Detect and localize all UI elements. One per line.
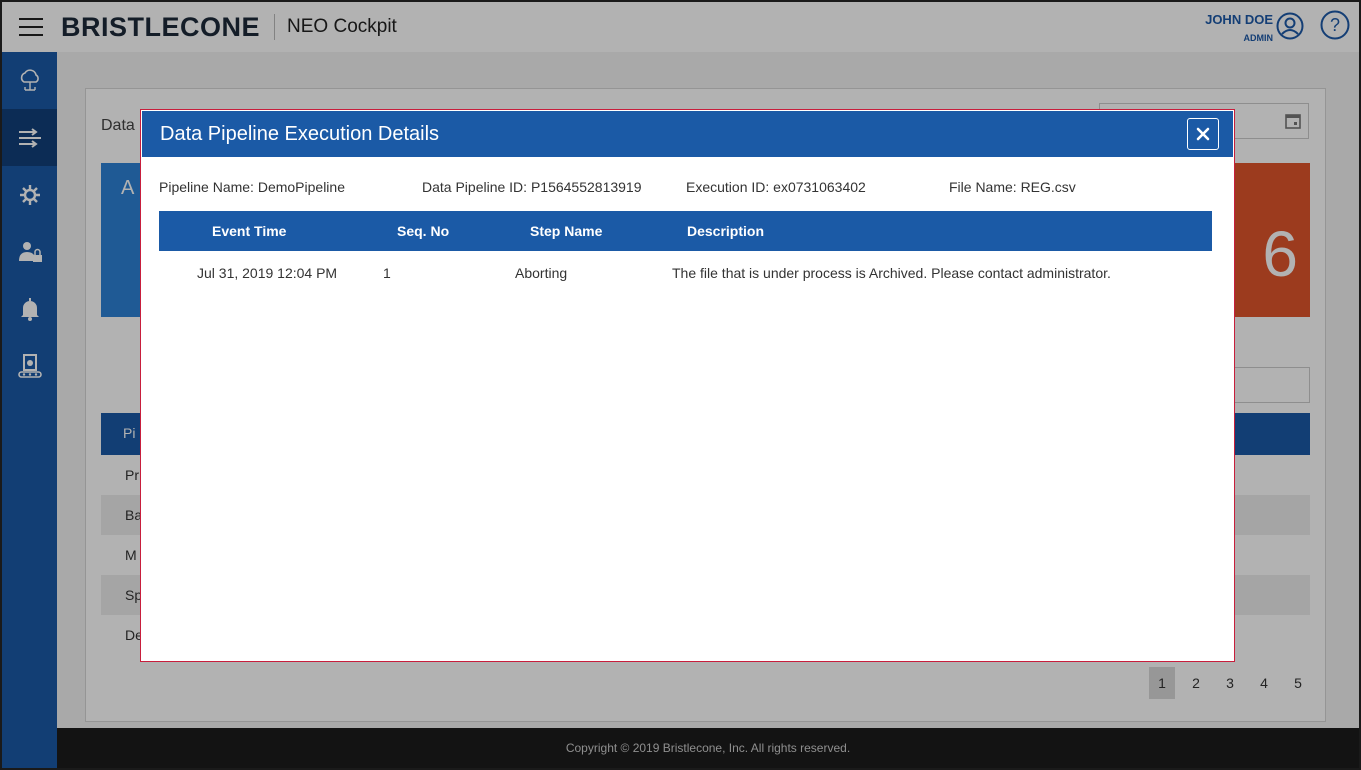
table-row: Jul 31, 2019 12:04 PM 1 Aborting The fil… [159, 251, 1212, 295]
cell-event-time: Jul 31, 2019 12:04 PM [197, 265, 338, 281]
cell-step-name: Aborting [515, 265, 568, 281]
events-table-header: Event Time Seq. No Step Name Description [159, 211, 1212, 251]
close-button[interactable] [1187, 118, 1219, 150]
modal-header: Data Pipeline Execution Details [142, 111, 1233, 157]
app-window: BRISTLECONE NEO Cockpit JOHN DOE ADMIN ? [0, 0, 1361, 770]
column-description[interactable]: Description [687, 223, 764, 239]
close-icon [1196, 127, 1210, 141]
modal-title: Data Pipeline Execution Details [160, 123, 440, 145]
pipeline-name: Pipeline Name: DemoPipeline [159, 179, 345, 195]
file-name: File Name: REG.csv [949, 179, 1076, 195]
execution-details-modal: Data Pipeline Execution Details Pipeline… [140, 109, 1235, 662]
cell-description: The file that is under process is Archiv… [672, 265, 1111, 281]
execution-id: Execution ID: ex0731063402 [686, 179, 866, 195]
column-seq-no[interactable]: Seq. No [397, 223, 449, 239]
column-step-name[interactable]: Step Name [530, 223, 602, 239]
cell-seq-no: 1 [383, 265, 391, 281]
execution-events-table: Event Time Seq. No Step Name Description… [159, 211, 1212, 295]
pipeline-id: Data Pipeline ID: P1564552813919 [422, 179, 642, 195]
column-event-time[interactable]: Event Time [212, 223, 286, 239]
